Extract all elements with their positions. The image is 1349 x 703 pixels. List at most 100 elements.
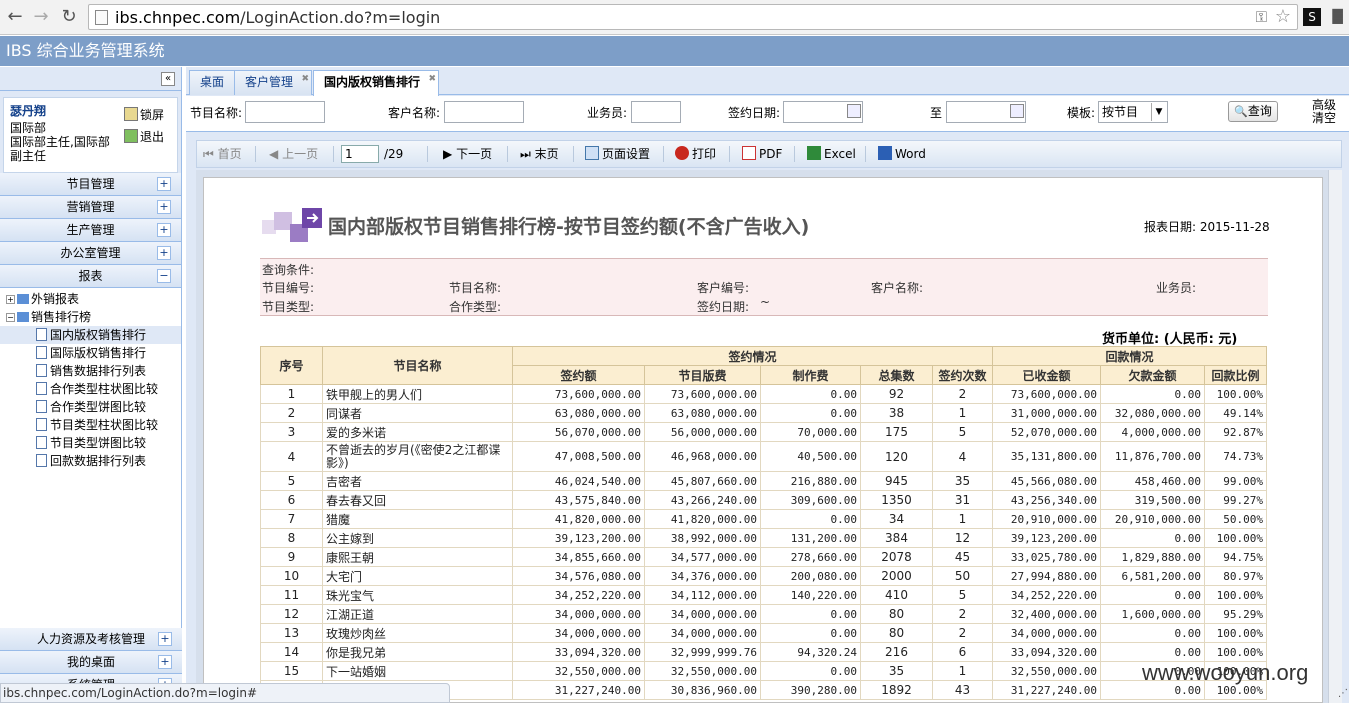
nav-section-reports[interactable]: 报表 − bbox=[0, 265, 181, 288]
tree-node-export-reports[interactable]: + 外销报表 bbox=[0, 290, 181, 308]
tree-node-sales-ranking[interactable]: − 销售排行榜 bbox=[0, 308, 181, 326]
sign-date-from-input[interactable] bbox=[783, 101, 863, 123]
cell-received: 33,094,320.00 bbox=[992, 642, 1101, 662]
nav-section-office[interactable]: 办公室管理 + bbox=[0, 242, 181, 265]
cell-production-fee: 131,200.00 bbox=[760, 528, 861, 548]
print-button[interactable]: 打印 bbox=[675, 146, 716, 162]
close-icon[interactable]: ✖ bbox=[428, 68, 436, 91]
cell-owed: 458,460.00 bbox=[1100, 471, 1205, 491]
collapse-node-icon[interactable]: − bbox=[6, 313, 15, 322]
report-title: 国内部版权节目销售排行榜-按节目签约额(不含广告收入) bbox=[328, 216, 810, 238]
table-row: 6 春去春又回 43,575,840.00 43,266,240.00 309,600.… bbox=[260, 490, 1267, 510]
tree-leaf-label: 节目类型饼图比较 bbox=[50, 436, 147, 450]
calendar-icon[interactable] bbox=[847, 104, 861, 118]
excel-button[interactable]: Excel bbox=[807, 146, 856, 162]
nav-section-production[interactable]: 生产管理 + bbox=[0, 219, 181, 242]
page-number-input[interactable]: 1 bbox=[341, 145, 379, 163]
cell-owed: 0.00 bbox=[1100, 528, 1205, 548]
tab-desktop[interactable]: 桌面 bbox=[189, 70, 236, 95]
cell-sign-count: 4 bbox=[932, 441, 993, 472]
menu-icon[interactable]: ▬ ▬ ▬ bbox=[1331, 4, 1345, 28]
cell-episodes: 216 bbox=[860, 642, 933, 662]
prev-page-button[interactable]: ◀ 上一页 bbox=[269, 146, 318, 162]
back-icon[interactable]: ← bbox=[4, 6, 26, 28]
tree-leaf[interactable]: 合作类型柱状图比较 bbox=[0, 380, 181, 398]
to-label: 至 bbox=[930, 106, 943, 120]
separator bbox=[865, 146, 866, 162]
cell-name: 大宅门 bbox=[322, 566, 513, 586]
reload-icon[interactable]: ↻ bbox=[58, 6, 80, 28]
calendar-icon[interactable] bbox=[1010, 104, 1024, 118]
salesman-input[interactable] bbox=[631, 101, 681, 123]
tree-leaf[interactable]: 国际版权销售排行 bbox=[0, 344, 181, 362]
cell-no: 9 bbox=[260, 547, 323, 567]
col-header-sign-amount: 签约额 bbox=[512, 365, 645, 385]
expand-icon[interactable]: + bbox=[158, 655, 172, 669]
expand-icon[interactable]: + bbox=[157, 200, 171, 214]
logout-label: 退出 bbox=[140, 130, 165, 144]
key-icon[interactable]: ⚿ bbox=[1256, 8, 1267, 26]
report-scrollbar[interactable] bbox=[1328, 170, 1342, 703]
forward-icon[interactable]: → bbox=[30, 6, 52, 28]
address-bar[interactable]: ibs.chnpec.com/LoginAction.do?m=login ⚿ … bbox=[88, 4, 1298, 30]
program-name-input[interactable] bbox=[245, 101, 325, 123]
cell-received: 20,910,000.00 bbox=[992, 509, 1101, 529]
expand-icon[interactable]: + bbox=[157, 246, 171, 260]
tree-leaf[interactable]: 合作类型饼图比较 bbox=[0, 398, 181, 416]
query-button[interactable]: 🔍查询 bbox=[1228, 101, 1278, 122]
pdf-button[interactable]: PDF bbox=[742, 146, 782, 162]
nav-section-my-desktop[interactable]: 我的桌面 + bbox=[0, 651, 182, 674]
separator bbox=[663, 146, 664, 162]
report-toolbar: ⏮ 首页 ◀ 上一页 1 /29 ▶ 下一页 ⏭ 末页 页面设置 打印 PDF … bbox=[196, 140, 1342, 168]
tab-customer-management[interactable]: 客户管理 ✖ bbox=[234, 68, 313, 95]
nav-section-marketing[interactable]: 营销管理 + bbox=[0, 196, 181, 219]
next-page-button[interactable]: ▶ 下一页 bbox=[443, 146, 492, 162]
separator bbox=[507, 146, 508, 162]
resize-grip-icon[interactable]: ⋰ bbox=[1338, 688, 1348, 699]
cell-owed: 1,600,000.00 bbox=[1100, 604, 1205, 624]
tree-leaf-label: 销售数据排行列表 bbox=[50, 364, 147, 378]
table-row: 8 公主嫁到 39,123,200.00 38,992,000.00 131,200.0… bbox=[260, 528, 1267, 548]
cell-ratio: 100.00% bbox=[1204, 384, 1267, 404]
chevron-down-icon[interactable]: ▼ bbox=[1151, 103, 1166, 121]
nav-section-programs[interactable]: 节目管理 + bbox=[0, 173, 181, 196]
expand-icon[interactable]: + bbox=[6, 295, 15, 304]
clear-link[interactable]: 清空 bbox=[1312, 112, 1338, 125]
word-button[interactable]: Word bbox=[878, 146, 926, 162]
logout-button[interactable]: 退出 bbox=[124, 128, 174, 146]
collapse-section-icon[interactable]: − bbox=[157, 269, 171, 283]
star-icon[interactable]: ☆ bbox=[1275, 6, 1291, 27]
sign-date-to-input[interactable] bbox=[946, 101, 1026, 123]
extension-icon[interactable]: S bbox=[1303, 8, 1321, 26]
cell-episodes: 410 bbox=[860, 585, 933, 605]
customer-name-input[interactable] bbox=[444, 101, 524, 123]
cell-received: 34,000,000.00 bbox=[992, 623, 1101, 643]
cell-sign-amount: 63,080,000.00 bbox=[512, 403, 645, 423]
nav-section-hr[interactable]: 人力资源及考核管理 + bbox=[0, 628, 182, 651]
template-select[interactable]: 按节目 ▼ bbox=[1098, 101, 1168, 123]
lock-screen-button[interactable]: 锁屏 bbox=[124, 106, 174, 124]
template-value: 按节目 bbox=[1102, 105, 1139, 119]
tab-domestic-sales-ranking[interactable]: 国内版权销售排行 ✖ bbox=[313, 68, 440, 96]
page-setup-button[interactable]: 页面设置 bbox=[585, 146, 650, 162]
first-page-button[interactable]: ⏮ 首页 bbox=[203, 146, 242, 162]
close-icon[interactable]: ✖ bbox=[301, 68, 309, 91]
cell-production-fee: 278,660.00 bbox=[760, 547, 861, 567]
expand-icon[interactable]: + bbox=[158, 632, 172, 646]
last-page-button[interactable]: ⏭ 末页 bbox=[520, 146, 559, 162]
tree-leaf[interactable]: 节目类型饼图比较 bbox=[0, 434, 181, 452]
report-doc-icon bbox=[36, 436, 47, 449]
tree-leaf[interactable]: 国内版权销售排行 bbox=[0, 326, 181, 344]
user-name: 瑟丹翔 bbox=[10, 104, 47, 118]
cell-owed: 20,910,000.00 bbox=[1100, 509, 1205, 529]
tree-leaf[interactable]: 节目类型柱状图比较 bbox=[0, 416, 181, 434]
expand-icon[interactable]: + bbox=[157, 177, 171, 191]
expand-icon[interactable]: + bbox=[157, 223, 171, 237]
tree-leaf[interactable]: 回款数据排行列表 bbox=[0, 452, 181, 470]
cell-sign-count: 2 bbox=[932, 623, 993, 643]
collapse-icon[interactable]: « bbox=[161, 72, 175, 86]
separator bbox=[573, 146, 574, 162]
salesman-label: 业务员: bbox=[587, 106, 628, 120]
tree-leaf[interactable]: 销售数据排行列表 bbox=[0, 362, 181, 380]
user-panel: 瑟丹翔 国际部 国际部主任,国际部副主任 锁屏 退出 bbox=[3, 97, 178, 173]
